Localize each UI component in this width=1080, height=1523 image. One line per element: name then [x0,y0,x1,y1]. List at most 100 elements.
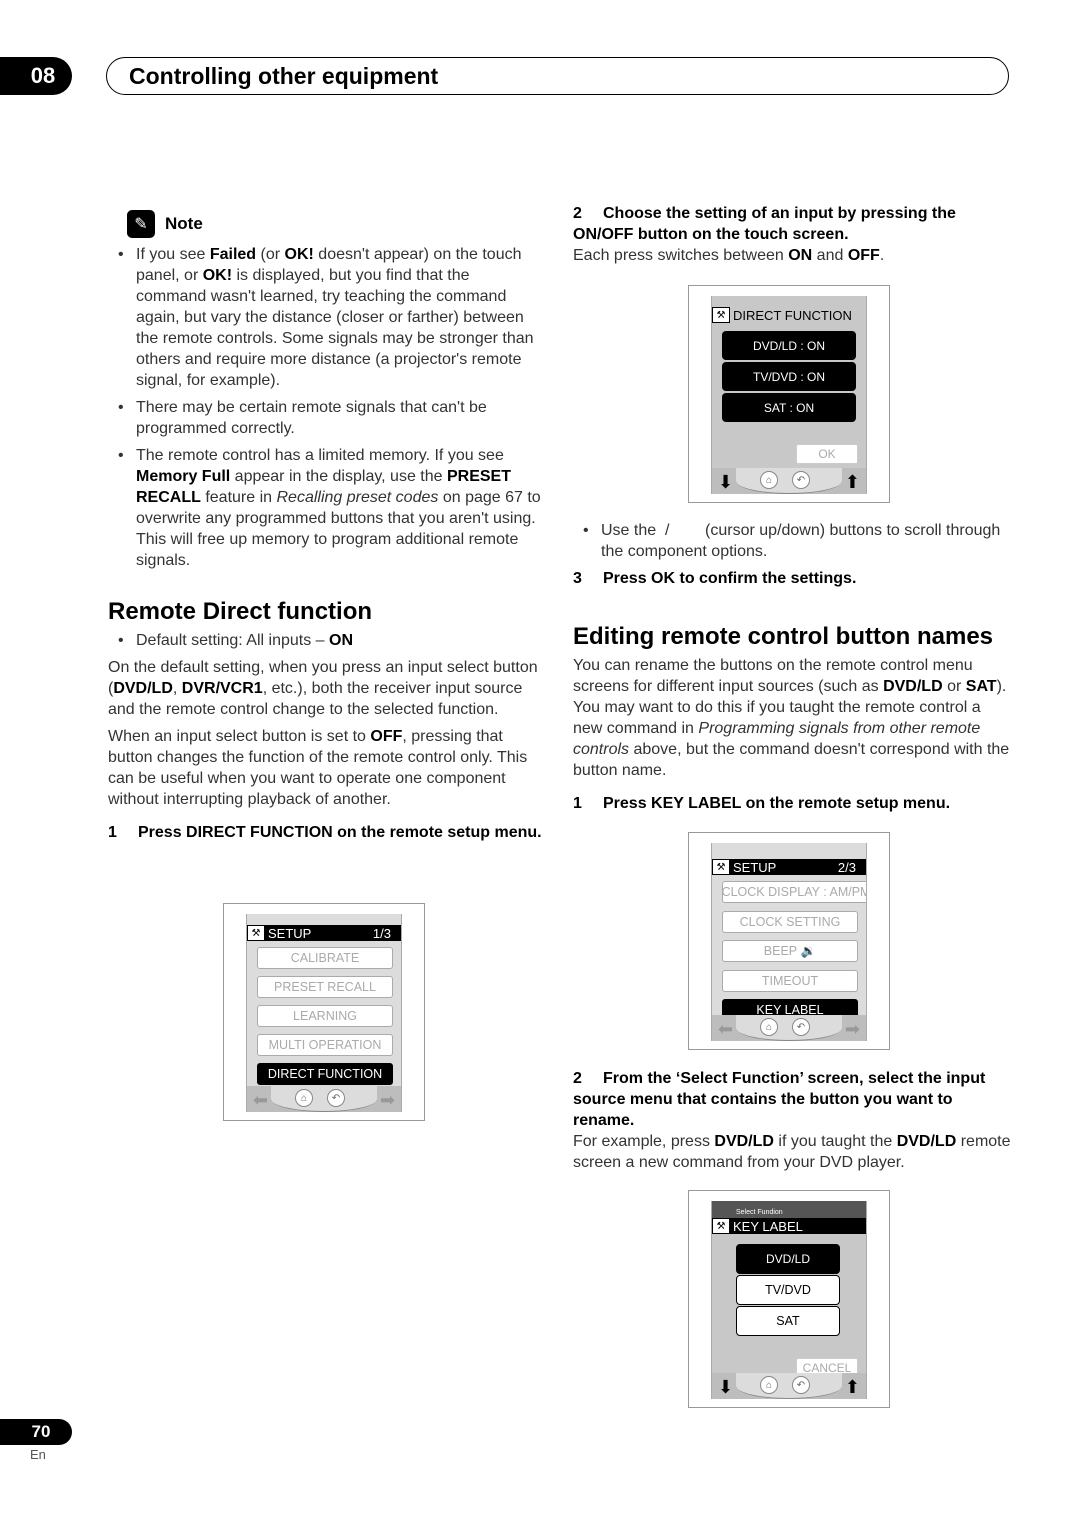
default-setting-bullet: Default setting: All inputs – ON [108,630,544,651]
note-bullet: There may be certain remote signals that… [108,397,544,439]
touch-screen: ⚒ SETUP 1/3 CALIBRATE PRESET RECALL LEAR… [246,914,402,1112]
remote-direct-section: Remote Direct function Default setting: … [108,598,544,843]
nav-curve [736,1015,842,1041]
select-tv-dvd[interactable]: TV/DVD [736,1275,840,1305]
arrow-down-icon[interactable]: ⬇ [718,473,733,491]
chapter-title: Controlling other equipment [129,62,439,89]
setup-tool-icon: ⚒ [712,859,730,875]
home-icon[interactable]: ⌂ [760,1018,778,1036]
setup-tool-icon: ⚒ [712,1218,730,1234]
select-dvd-ld[interactable]: DVD/LD [736,1244,840,1274]
cursor-and-step3: Use the / (cursor up/down) buttons to sc… [573,520,1013,589]
menu-button-beep[interactable]: BEEP 🔉 [722,940,858,962]
arrow-left-icon[interactable]: ⬅ [718,1020,733,1038]
screen-subtitle: Select Fundion [736,1209,783,1216]
menu-button-direct-function[interactable]: DIRECT FUNCTION [257,1063,393,1085]
step-2-editing-desc: For example, press DVD/LD if you taught … [573,1133,1011,1171]
setup-tool-icon: ⚒ [247,925,265,941]
nav-bar: ⬅ ⌂ ↶ ➡ [247,1086,401,1112]
home-icon[interactable]: ⌂ [295,1089,313,1107]
screen-titlebar: ⚒ DIRECT FUNCTION [712,307,866,323]
arrow-down-icon[interactable]: ⬇ [718,1378,733,1396]
step-2-direct-section: 2 Choose the setting of an input by press… [573,203,1013,266]
screen-page-indicator: 1/3 [372,925,391,941]
default-setting-list: Default setting: All inputs – ON [108,630,544,651]
toggle-sat[interactable]: SAT : ON [722,393,856,422]
page-number-tab: 70 [0,1419,72,1445]
nav-bar: ⬇ ⌂ ↶ ⬆ [712,1373,866,1399]
remote-screen-key-label: Select Fundion ⚒ KEY LABEL DVD/LD TV/DVD… [688,1190,890,1408]
screen-titlebar: ⚒ SETUP 2/3 [712,859,866,875]
arrow-right-icon[interactable]: ➡ [380,1091,395,1109]
arrow-up-icon[interactable]: ⬆ [845,1378,860,1396]
remote-screen-setup-2: ⚒ SETUP 2/3 CLOCK DISPLAY : AM/PM CLOCK … [688,832,890,1050]
step-2-direct: 2 Choose the setting of an input by press… [573,205,956,243]
arrow-left-icon[interactable]: ⬅ [253,1091,268,1109]
cursor-list: Use the / (cursor up/down) buttons to sc… [573,520,1013,562]
menu-button-multi-operation[interactable]: MULTI OPERATION [257,1034,393,1056]
back-icon[interactable]: ↶ [792,1376,810,1394]
screen-title: SETUP [733,859,777,875]
editing-section: Editing remote control button names You … [573,623,1013,814]
chapter-number: 08 [30,63,56,88]
toggle-tv-dvd[interactable]: TV/DVD : ON [722,362,856,391]
nav-curve [736,468,842,494]
note-header: ✎ Note [127,210,203,238]
step-2-direct-desc: Each press switches between ON and OFF. [573,247,885,264]
back-icon[interactable]: ↶ [792,471,810,489]
toggle-dvd-ld[interactable]: DVD/LD : ON [722,331,856,360]
home-icon[interactable]: ⌂ [760,471,778,489]
page-number: 70 [31,1422,51,1441]
setup-tool-icon: ⚒ [712,307,730,323]
menu-button-calibrate[interactable]: CALIBRATE [257,947,393,969]
screen-title: DIRECT FUNCTION [733,307,852,323]
back-icon[interactable]: ↶ [792,1018,810,1036]
remote-screen-setup-1: ⚒ SETUP 1/3 CALIBRATE PRESET RECALL LEAR… [223,903,425,1121]
touch-screen: ⚒ SETUP 2/3 CLOCK DISPLAY : AM/PM CLOCK … [711,843,867,1041]
remote-screen-direct-function: ⚒ DIRECT FUNCTION DVD/LD : ON TV/DVD : O… [688,285,890,503]
home-icon[interactable]: ⌂ [760,1376,778,1394]
back-icon[interactable]: ↶ [327,1089,345,1107]
language-label: En [30,1447,46,1462]
note-label: Note [165,214,203,233]
arrow-up-icon[interactable]: ⬆ [845,473,860,491]
screen-title: KEY LABEL [733,1218,803,1234]
beep-label: BEEP [763,944,798,958]
menu-button-learning[interactable]: LEARNING [257,1005,393,1027]
menu-button-preset-recall[interactable]: PRESET RECALL [257,976,393,998]
menu-button-clock-display[interactable]: CLOCK DISPLAY : AM/PM [722,881,866,903]
cursor-bullet: Use the / (cursor up/down) buttons to sc… [573,520,1013,562]
touch-screen: Select Fundion ⚒ KEY LABEL DVD/LD TV/DVD… [711,1201,867,1399]
note-bullet: If you see Failed (or OK! doesn't appear… [108,244,544,391]
ok-button[interactable]: OK [796,444,858,464]
screen-titlebar: ⚒ KEY LABEL [712,1218,866,1234]
note-bullet: The remote control has a limited memory.… [108,445,544,571]
nav-bar: ⬅ ⌂ ↶ ➡ [712,1015,866,1041]
arrow-right-icon[interactable]: ➡ [845,1020,860,1038]
speaker-icon: 🔉 [800,943,817,958]
step-3-direct: 3 Press OK to confirm the settings. [573,570,857,587]
touch-screen: ⚒ DIRECT FUNCTION DVD/LD : ON TV/DVD : O… [711,296,867,494]
remote-direct-para2: When an input select button is set to OF… [108,728,528,808]
menu-button-timeout[interactable]: TIMEOUT [722,970,858,992]
step-1-editing: 1 Press KEY LABEL on the remote setup men… [573,795,951,812]
note-section: If you see Failed (or OK! doesn't appear… [108,244,544,577]
screen-title: SETUP [268,925,312,941]
select-sat[interactable]: SAT [736,1306,840,1336]
menu-button-clock-setting[interactable]: CLOCK SETTING [722,911,858,933]
nav-curve [271,1086,377,1112]
section-heading-remote-direct: Remote Direct function [108,598,373,625]
step-1-direct: 1 Press DIRECT FUNCTION on the remote set… [108,824,542,841]
chapter-number-tab: 08 [0,57,72,95]
nav-bar: ⬇ ⌂ ↶ ⬆ [712,468,866,494]
note-bullets: If you see Failed (or OK! doesn't appear… [108,244,544,571]
step-2-editing-section: 2 From the ‘Select Function’ screen, sele… [573,1068,1013,1173]
editing-para: You can rename the buttons on the remote… [573,657,1010,779]
section-heading-editing: Editing remote control button names [573,623,994,650]
screen-page-indicator: 2/3 [837,859,856,875]
chapter-title-box: Controlling other equipment [106,57,1009,95]
nav-curve [736,1373,842,1399]
remote-direct-para1: On the default setting, when you press a… [108,659,538,718]
step-2-editing: 2 From the ‘Select Function’ screen, sele… [573,1070,986,1129]
screen-titlebar: ⚒ SETUP 1/3 [247,925,401,941]
